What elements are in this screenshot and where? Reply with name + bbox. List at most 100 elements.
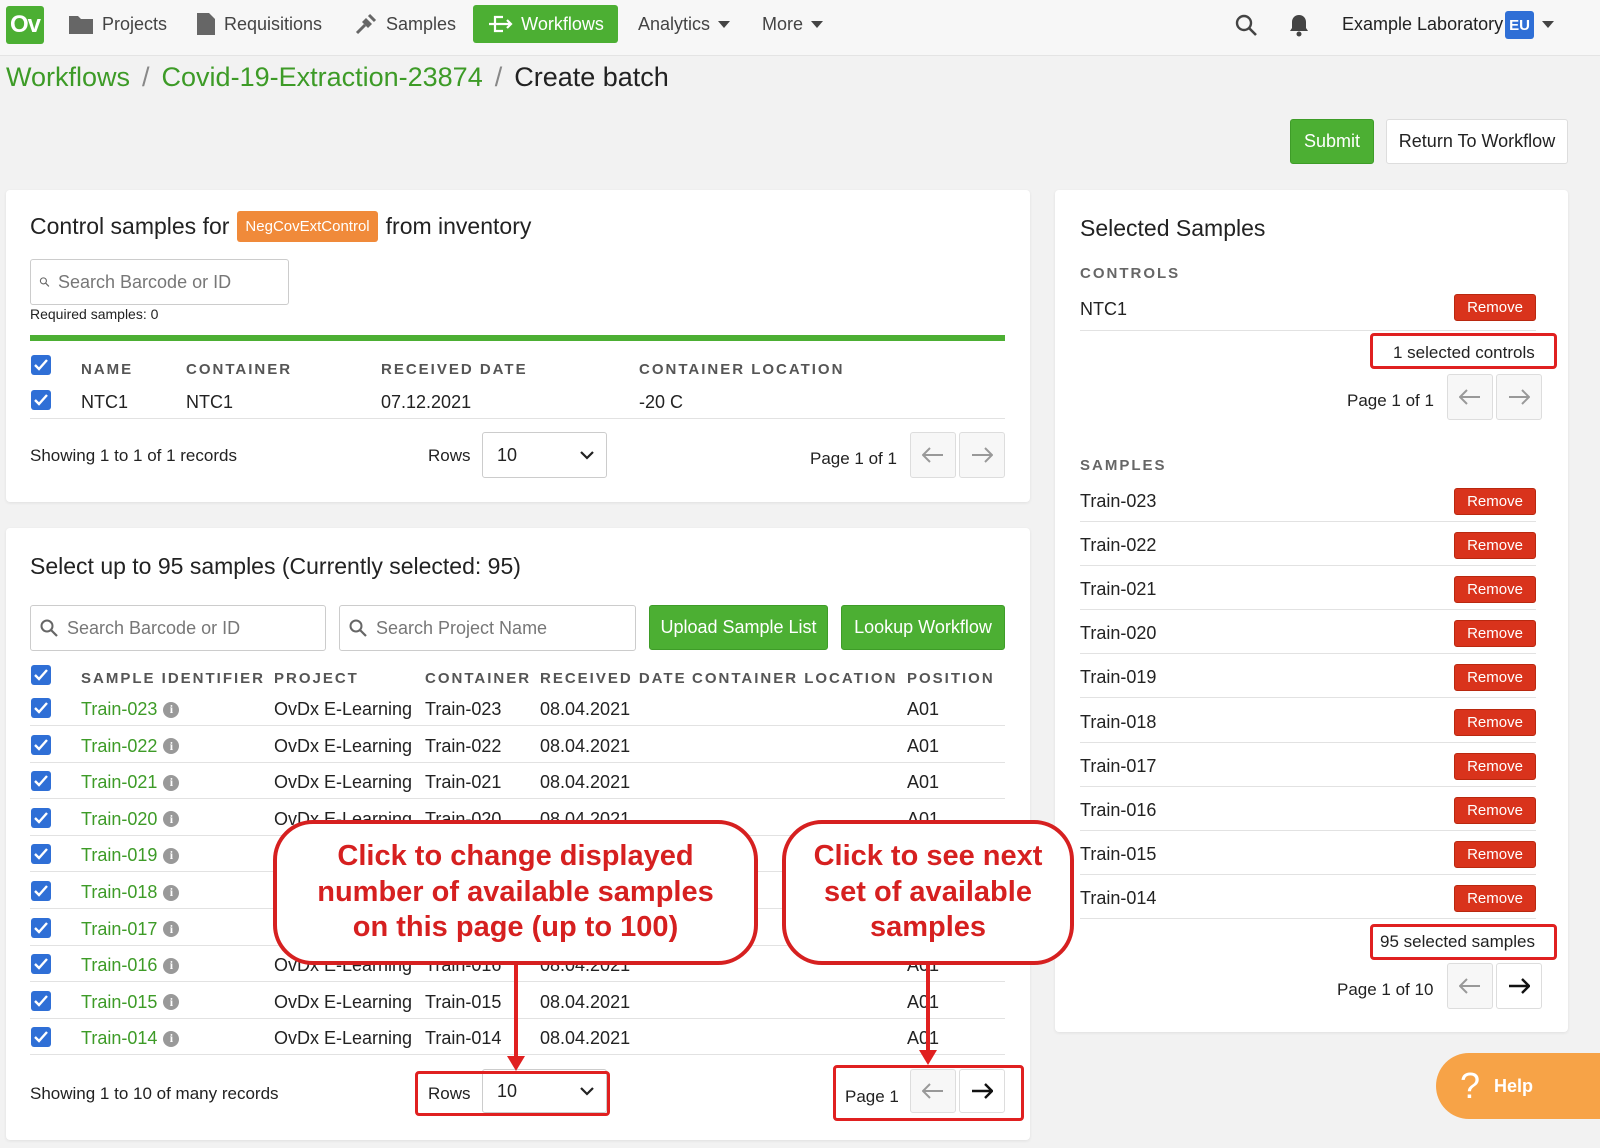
lab-name[interactable]: Example Laboratory (1342, 14, 1503, 35)
nav-samples[interactable]: Samples (342, 4, 468, 44)
remove-sample-button[interactable]: Remove (1454, 488, 1536, 515)
info-icon[interactable]: i (163, 884, 180, 901)
sample-identifier-text: Train-021 (81, 772, 158, 793)
nav-projects[interactable]: Projects (56, 4, 179, 44)
arrow-right-icon (1509, 978, 1530, 994)
selected-sample-name: Train-019 (1080, 667, 1157, 688)
help-button[interactable]: ? Help (1436, 1053, 1600, 1119)
search-icon (40, 619, 58, 637)
sample-row-checkbox[interactable] (31, 917, 51, 938)
remove-sample-button[interactable]: Remove (1454, 576, 1536, 604)
bell-icon[interactable] (1288, 13, 1310, 37)
info-icon[interactable]: i (163, 738, 180, 755)
sample-position: A01 (907, 991, 940, 1012)
info-icon[interactable]: i (163, 774, 180, 791)
control-search-field[interactable] (30, 259, 289, 305)
check-icon (34, 848, 48, 861)
nav-more[interactable]: More (750, 4, 835, 44)
selected-samples-title: Selected Samples (1080, 215, 1266, 241)
column-header-received-date: RECEIVED DATE (381, 361, 528, 378)
sample-container: Train-023 (425, 699, 502, 719)
control-search-input[interactable] (58, 271, 288, 293)
sample-row-checkbox[interactable] (31, 698, 51, 718)
lookup-workflow-button[interactable]: Lookup Workflow (841, 605, 1005, 650)
remove-sample-button[interactable]: Remove (1454, 752, 1536, 780)
sample-row-checkbox[interactable] (31, 1027, 51, 1048)
control-next-page-button[interactable] (959, 432, 1005, 478)
upload-sample-list-button[interactable]: Upload Sample List (649, 605, 828, 650)
breadcrumb-workflow-name[interactable]: Covid-19-Extraction-23874 (162, 62, 483, 93)
breadcrumb: Workflows / Covid-19-Extraction-23874 / … (6, 62, 669, 93)
sample-identifier-link[interactable]: Train-021 i (81, 772, 180, 793)
sample-project: OvDx E-Learning (274, 699, 413, 719)
return-to-workflow-button[interactable]: Return To Workflow (1386, 119, 1568, 164)
sample-identifier-link[interactable]: Train-015 i (81, 992, 180, 1013)
info-icon[interactable]: i (163, 811, 180, 828)
control-row-checkbox[interactable] (31, 390, 51, 410)
remove-sample-button[interactable]: Remove (1454, 708, 1536, 736)
remove-sample-button[interactable]: Remove (1454, 620, 1536, 648)
remove-sample-button[interactable]: Remove (1454, 532, 1536, 560)
info-icon[interactable]: i (163, 701, 180, 718)
info-icon[interactable]: i (163, 921, 180, 938)
sample-identifier-text: Train-016 (81, 955, 158, 976)
sample-search-input[interactable] (67, 617, 297, 639)
selected-control-name: NTC1 (1080, 299, 1128, 319)
nav-workflows[interactable]: Workflows (473, 5, 618, 43)
info-icon[interactable]: i (163, 994, 180, 1011)
submit-button[interactable]: Submit (1290, 119, 1374, 164)
sample-row-checkbox[interactable] (31, 954, 51, 975)
select-all-samples-checkbox[interactable] (31, 665, 51, 685)
info-icon[interactable]: i (163, 957, 180, 974)
annotation-callout-next-page: Click to see next set of available sampl… (782, 820, 1074, 965)
sample-search-field[interactable] (30, 605, 326, 651)
sample-row-checkbox[interactable] (31, 844, 51, 865)
app-logo[interactable]: Ov (6, 6, 44, 44)
sample-identifier-link[interactable]: Train-017 i (81, 919, 180, 940)
sample-identifier-link[interactable]: Train-022 i (81, 736, 180, 757)
nav-requisitions[interactable]: Requisitions (184, 4, 334, 44)
sample-row-checkbox[interactable] (31, 734, 51, 755)
sample-row-checkbox[interactable] (31, 881, 51, 901)
sample-identifier-link[interactable]: Train-014 i (81, 1028, 180, 1049)
search-icon[interactable] (1234, 13, 1258, 37)
pipette-icon (355, 13, 377, 35)
remove-sample-button[interactable]: Remove (1454, 664, 1536, 692)
chevron-down-icon[interactable] (1542, 21, 1554, 28)
sample-container: Train-022 (425, 735, 502, 756)
project-search-field[interactable] (339, 605, 636, 651)
samples-prev-page-button[interactable] (1447, 963, 1493, 1009)
sample-identifier-link[interactable]: Train-016 i (81, 955, 180, 976)
sample-identifier-link[interactable]: Train-020 i (81, 809, 180, 830)
annotation-highlight-controls-count (1370, 333, 1557, 369)
remove-sample-button[interactable]: Remove (1454, 884, 1536, 912)
row-divider (1080, 741, 1536, 743)
control-rows-select[interactable]: 10 (482, 432, 607, 478)
arrow-left-icon (922, 447, 943, 463)
breadcrumb-workflows[interactable]: Workflows (6, 62, 130, 93)
remove-sample-button[interactable]: Remove (1454, 796, 1536, 824)
search-icon (349, 619, 367, 637)
sample-identifier-link[interactable]: Train-023 i (81, 699, 180, 720)
remove-sample-button[interactable]: Remove (1454, 840, 1536, 868)
project-search-input[interactable] (376, 617, 606, 639)
sample-row-checkbox[interactable] (31, 807, 51, 828)
nav-analytics[interactable]: Analytics (626, 4, 742, 44)
region-badge[interactable]: EU (1505, 11, 1534, 39)
sample-row-checkbox[interactable] (31, 990, 51, 1011)
control-prev-page-button[interactable] (910, 432, 956, 478)
info-icon[interactable]: i (163, 847, 180, 864)
sample-identifier-link[interactable]: Train-018 i (81, 882, 180, 903)
selected-sample-name: Train-017 (1080, 755, 1157, 776)
sample-row-checkbox[interactable] (31, 771, 51, 792)
breadcrumb-separator: / (494, 62, 503, 92)
remove-control-button[interactable]: Remove (1454, 294, 1536, 321)
controls-next-page-button[interactable] (1496, 374, 1542, 420)
sample-identifier-link[interactable]: Train-019 i (81, 845, 180, 866)
select-all-controls-checkbox[interactable] (31, 355, 51, 375)
check-icon (34, 394, 48, 406)
controls-prev-page-button[interactable] (1447, 374, 1493, 420)
info-icon[interactable]: i (163, 1030, 180, 1047)
samples-next-page-button[interactable] (1496, 963, 1542, 1009)
control-samples-title: Control samples for NegCovExtControl fro… (30, 211, 531, 242)
